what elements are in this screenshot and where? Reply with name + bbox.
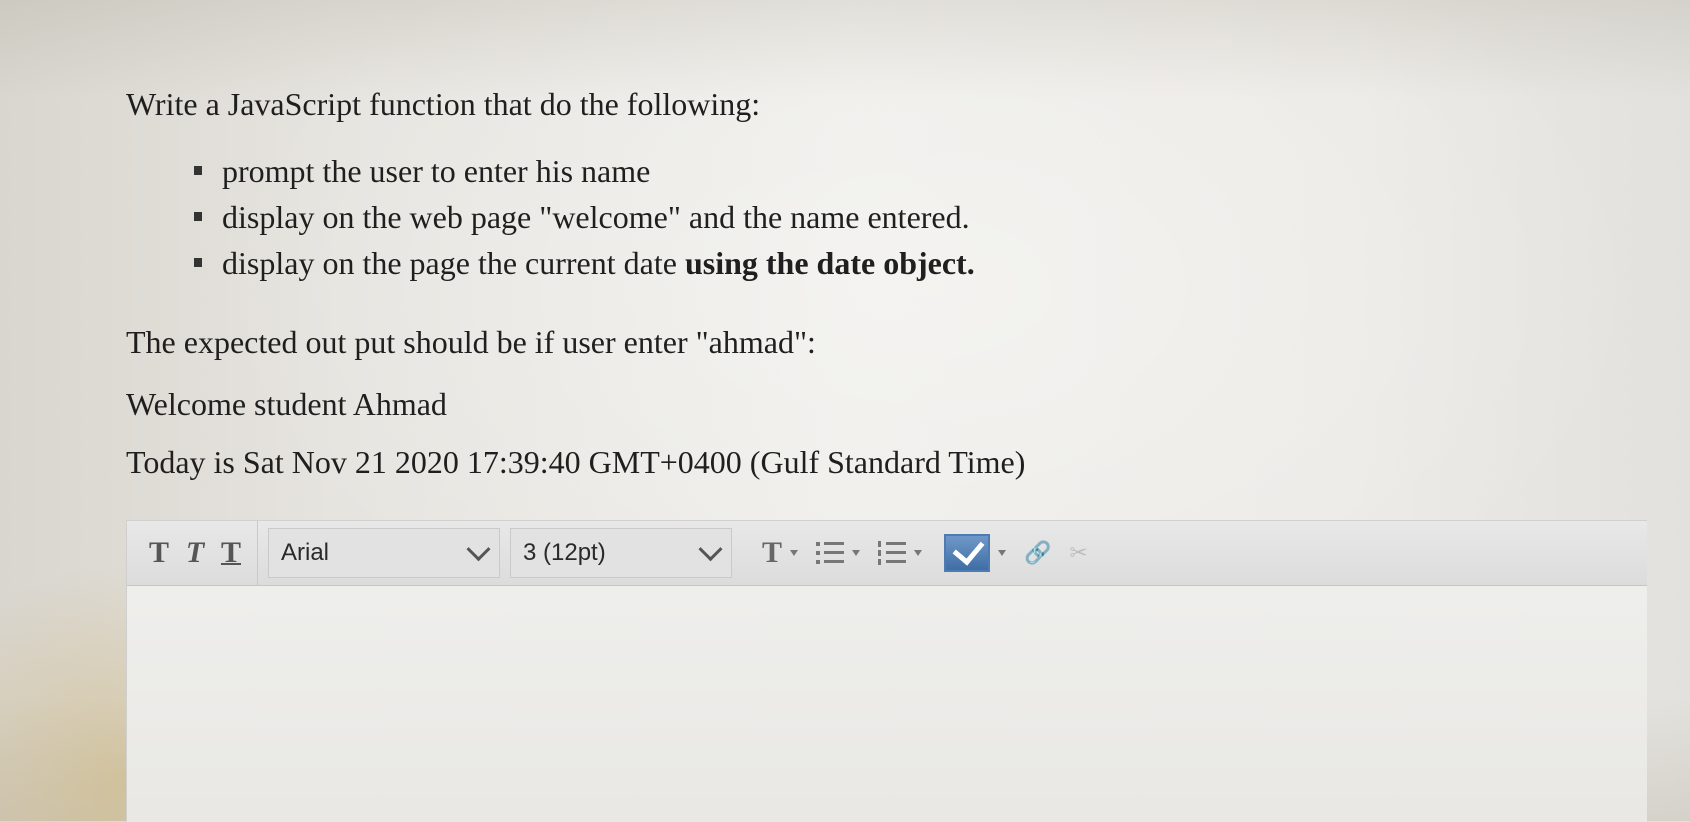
font-size-value: 3 (12pt) [523,539,606,566]
caret-down-icon [852,550,861,556]
task-list: prompt the user to enter his name displa… [126,148,1576,286]
caret-down-icon [790,550,799,556]
caret-down-icon [998,550,1007,556]
question-heading: Write a JavaScript function that do the … [126,86,761,122]
chevron-down-icon [698,536,723,561]
text-color-icon: T [762,536,783,569]
task-item: display on the web page "welcome" and th… [188,194,1576,240]
font-family-select[interactable]: Arial [268,528,500,578]
numbered-list-button[interactable] [878,530,923,576]
task-bold-text: using the date object. [684,245,975,281]
spellcheck-icon [944,532,991,572]
text-underline-icon[interactable]: T [213,530,249,576]
question-content: Write a JavaScript function that do the … [126,84,1576,482]
unlink-icon[interactable]: ✂ [1069,541,1087,566]
link-icon[interactable]: 🔗 [1024,541,1051,566]
bullet-list-icon [816,541,845,565]
text-bold-icon[interactable]: T [141,530,177,576]
expected-output-intro: The expected out put should be if user e… [126,324,816,360]
editor-toolbar: T T T Arial 3 (12pt) T 🔗 ✂ [127,520,1647,586]
rich-text-editor: T T T Arial 3 (12pt) T 🔗 ✂ [126,520,1647,822]
text-italic-icon[interactable]: T [177,530,213,576]
expected-output-line: Welcome student Ahmad [126,386,447,422]
font-family-value: Arial [281,539,330,566]
font-size-select[interactable]: 3 (12pt) [510,528,732,578]
editor-text-area[interactable] [127,586,1647,822]
text-style-group: T T T [127,521,258,585]
caret-down-icon [914,550,923,556]
expected-output-line: Today is Sat Nov 21 2020 17:39:40 GMT+04… [126,444,1026,480]
task-item: display on the page the current date usi… [188,240,1576,286]
task-item: prompt the user to enter his name [188,148,1576,194]
bullet-list-button[interactable] [816,530,861,576]
numbered-list-icon [878,541,907,565]
chevron-down-icon [466,536,491,561]
spellcheck-button[interactable] [944,530,1007,576]
text-color-button[interactable]: T [762,530,799,576]
